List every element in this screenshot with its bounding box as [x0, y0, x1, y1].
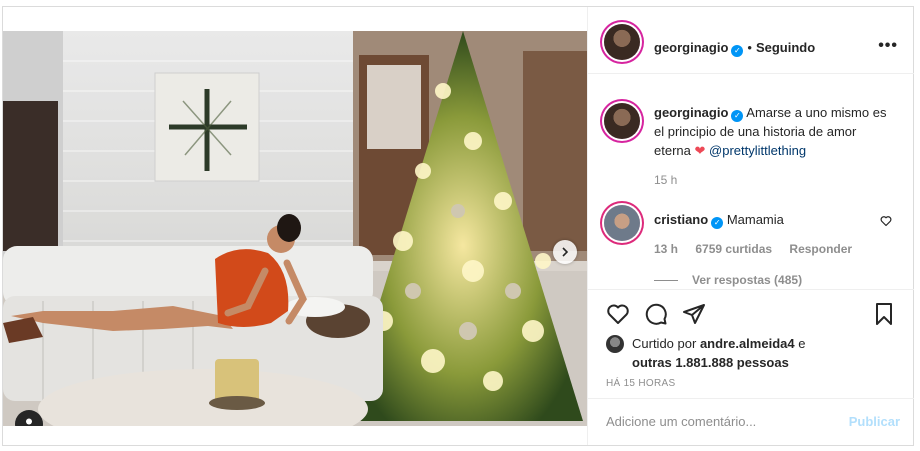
comment-like-button[interactable]	[880, 215, 892, 230]
likes-prefix: Curtido por	[632, 336, 697, 351]
post-photo[interactable]	[3, 31, 587, 426]
bookmark-icon	[876, 303, 892, 325]
verified-badge-icon: ✓	[731, 110, 744, 122]
like-button[interactable]	[606, 302, 630, 329]
commenter-avatar[interactable]	[604, 205, 640, 241]
comment-input[interactable]	[604, 413, 828, 430]
add-comment-bar: Publicar	[588, 398, 914, 449]
author-avatar[interactable]	[604, 24, 640, 60]
liker-avatar[interactable]	[606, 335, 624, 353]
publish-button[interactable]: Publicar	[849, 414, 900, 429]
save-button[interactable]	[872, 302, 896, 329]
paper-plane-icon	[683, 304, 705, 324]
caption-avatar[interactable]	[604, 103, 640, 139]
next-photo-button[interactable]	[553, 240, 577, 264]
user-icon	[26, 418, 32, 425]
mention-link[interactable]: @prettylittlething	[709, 143, 806, 158]
chevron-right-icon	[562, 247, 569, 257]
likes-count[interactable]: outras 1.881.888 pessoas	[632, 355, 789, 370]
following-button[interactable]: Seguindo	[756, 40, 815, 55]
share-button[interactable]	[682, 302, 706, 329]
instagram-post: georginagio ✓ • Seguindo ••• georginagio ✓ A…	[2, 6, 914, 446]
author-username[interactable]: georginagio	[654, 40, 728, 55]
comment-button[interactable]	[644, 302, 668, 329]
red-heart-emoji: ❤	[694, 143, 706, 158]
caption-time: 15 h	[654, 173, 678, 187]
comment: cristiano ✓ Mamamia	[654, 212, 884, 229]
header-user: georginagio ✓ • Seguindo	[654, 40, 815, 57]
likes-text: Curtido por andre.almeida4 e outras 1.88…	[632, 334, 805, 372]
post-actions: Curtido por andre.almeida4 e outras 1.88…	[588, 289, 914, 450]
post-header: georginagio ✓ • Seguindo •••	[588, 7, 914, 74]
comment-bubble-icon	[645, 303, 667, 325]
view-replies-label: Ver respostas (485)	[692, 273, 803, 287]
liker-username[interactable]: andre.almeida4	[700, 336, 795, 351]
replies-line	[654, 279, 678, 281]
commenter-username[interactable]: cristiano	[654, 212, 708, 227]
comment-text: Mamamia	[726, 212, 784, 227]
comment-meta: 13 h 6759 curtidas Responder	[654, 242, 866, 256]
more-options-icon[interactable]: •••	[878, 37, 898, 55]
comment-likes[interactable]: 6759 curtidas	[695, 242, 772, 256]
reply-button[interactable]: Responder	[789, 242, 852, 256]
christmas-photo	[3, 31, 587, 426]
verified-badge-icon: ✓	[731, 45, 744, 57]
heart-icon	[607, 304, 629, 324]
post-timestamp[interactable]: HÁ 15 HORAS	[606, 378, 675, 389]
separator: •	[747, 40, 752, 55]
view-replies-button[interactable]: Ver respostas (485)	[654, 273, 802, 287]
likes-suffix: e	[798, 336, 806, 351]
caption-username[interactable]: georginagio	[654, 105, 728, 120]
heart-outline-icon	[880, 216, 892, 227]
post-sidebar: georginagio ✓ • Seguindo ••• georginagio ✓ A…	[587, 7, 914, 445]
comment-time: 13 h	[654, 242, 679, 256]
post-caption: georginagio ✓ Amarse a uno mismo es el pr…	[654, 103, 894, 160]
verified-badge-icon: ✓	[711, 217, 724, 229]
likes-summary: Curtido por andre.almeida4 e outras 1.88…	[606, 334, 805, 372]
